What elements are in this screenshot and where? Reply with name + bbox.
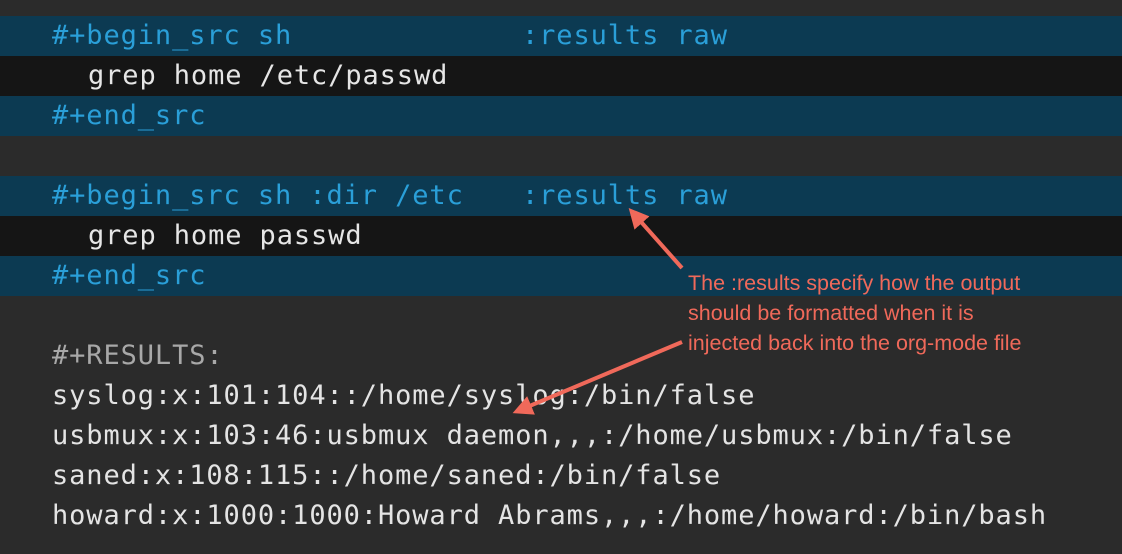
src-block-2-begin-keyword: #+begin_src sh :dir /etc <box>52 180 464 211</box>
src-block-1-code: grep home /etc/passwd <box>88 60 449 91</box>
result-line-text: syslog:x:101:104::/home/syslog:/bin/fals… <box>52 380 756 411</box>
result-line-text: usbmux:x:103:46:usbmux daemon,,,:/home/u… <box>52 420 1013 451</box>
src-block-1-results-header-arg: :results raw <box>522 20 728 51</box>
src-block-1-end-keyword: #+end_src <box>52 100 207 131</box>
src-block-1-begin-keyword: #+begin_src sh <box>52 20 293 51</box>
results-keyword: #+RESULTS: <box>52 340 224 371</box>
src-block-1-code-line[interactable]: grep home /etc/passwd <box>0 56 1122 96</box>
src-block-1-begin-line[interactable]: #+begin_src sh :results raw <box>0 16 1122 56</box>
org-mode-editor[interactable]: #+begin_src sh :results raw grep home /e… <box>0 0 1122 554</box>
src-block-2-code-line[interactable]: grep home passwd <box>0 216 1122 256</box>
result-line[interactable]: syslog:x:101:104::/home/syslog:/bin/fals… <box>0 376 1122 416</box>
result-line[interactable]: saned:x:108:115::/home/saned:/bin/false <box>0 456 1122 496</box>
annotation-line: should be formatted when it is <box>688 301 974 325</box>
result-line-text: howard:x:1000:1000:Howard Abrams,,,:/hom… <box>52 500 1048 531</box>
src-block-2-end-keyword: #+end_src <box>52 260 207 291</box>
annotation-callout: The :results specify how the output shou… <box>688 268 1108 358</box>
src-block-2-results-header-arg: :results raw <box>522 180 728 211</box>
annotation-line: The :results specify how the output <box>688 271 1021 295</box>
result-line[interactable]: usbmux:x:103:46:usbmux daemon,,,:/home/u… <box>0 416 1122 456</box>
result-line[interactable]: howard:x:1000:1000:Howard Abrams,,,:/hom… <box>0 496 1122 536</box>
result-line-text: saned:x:108:115::/home/saned:/bin/false <box>52 460 722 491</box>
annotation-line: injected back into the org-mode file <box>688 331 1022 355</box>
src-block-2-code: grep home passwd <box>88 220 363 251</box>
src-block-1-end-line[interactable]: #+end_src <box>0 96 1122 136</box>
src-block-2-begin-line[interactable]: #+begin_src sh :dir /etc :results raw <box>0 176 1122 216</box>
